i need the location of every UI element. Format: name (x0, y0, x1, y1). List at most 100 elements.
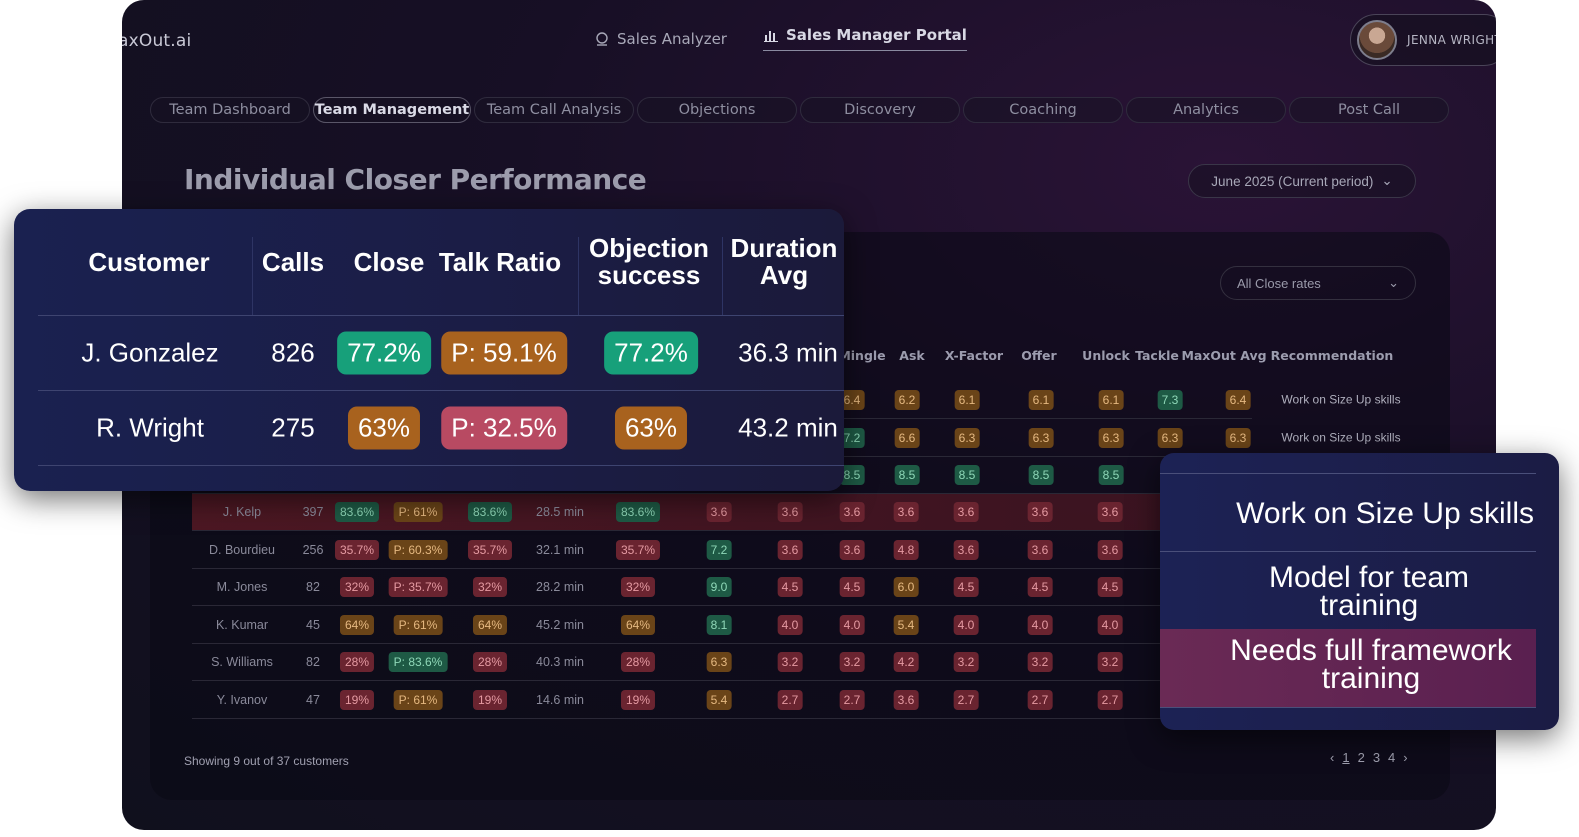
score-badge: 6.2 (894, 390, 920, 410)
tab-post-call[interactable]: Post Call (1289, 97, 1449, 123)
score-badge: 4.8 (893, 539, 919, 560)
calls-count: 45 (306, 617, 320, 632)
score-badge: 4.0 (1097, 614, 1123, 635)
score-badge: 6.3 (1157, 428, 1183, 448)
table-row[interactable]: D. Bourdieu 256 35.7% P: 60.3% 35.7% 32.1 min… (192, 532, 1252, 569)
divider (252, 237, 253, 315)
score-badge: 3.2 (777, 652, 803, 672)
score-badge: 6.4 (1225, 390, 1251, 410)
tab-bar: Team Dashboard Team Management Team Call… (150, 97, 1449, 123)
table-row[interactable]: K. Kumar 45 64% P: 61% 64% 45.2 min 64% 8.1 4.0 4… (192, 607, 1252, 644)
talk-ratio-badge: P: 83.6% (388, 652, 448, 672)
table-row[interactable]: Y. Ivanov 47 19% P: 61% 19% 14.6 min 19% 5.4 2.7… (192, 682, 1252, 719)
tab-discovery[interactable]: Discovery (800, 97, 960, 123)
talk-ratio-badge: P: 61% (393, 502, 443, 522)
recommendation-model-training: Model for team training (1160, 563, 1536, 621)
score-badge: 3.6 (953, 539, 979, 560)
chevron-right-icon[interactable]: › (1403, 750, 1407, 765)
score-badge: 3.6 (706, 502, 732, 522)
tab-team-call-analysis[interactable]: Team Call Analysis (474, 97, 634, 123)
close-rate-badge: 83.6% (334, 502, 380, 522)
page-4[interactable]: 4 (1388, 750, 1395, 765)
calls-count: 82 (306, 580, 320, 594)
score-badge: 4.2 (893, 652, 919, 672)
page-2[interactable]: 2 (1358, 750, 1365, 765)
score-badge: 64% (620, 614, 656, 635)
tab-analytics[interactable]: Analytics (1126, 97, 1286, 123)
col-head-offer: Offer (1021, 348, 1057, 363)
chevron-down-icon: ⌄ (1388, 275, 1399, 290)
card-calls-count: 826 (271, 337, 315, 368)
close-rate-badge: 19% (339, 689, 375, 710)
score-badge: 3.6 (777, 502, 803, 522)
period-select[interactable]: June 2025 (Current period) ⌄ (1188, 164, 1416, 198)
tab-team-management[interactable]: Team Management (313, 97, 471, 123)
score-badge: 6.3 (1225, 428, 1251, 448)
col-head-x-factor: X-Factor (944, 348, 1004, 363)
table-row[interactable]: S. Williams 82 28% P: 83.6% 28% 40.3 min 28% 6.… (192, 644, 1252, 681)
customer-name: J. Kelp (222, 505, 262, 519)
card-close-badge: 63% (347, 406, 421, 450)
objection-badge: 32% (472, 577, 508, 597)
score-badge: 4.0 (1027, 614, 1053, 635)
col-head-tackle: Tackle (1135, 348, 1179, 363)
card-close-badge: 77.2% (337, 331, 431, 375)
page-3[interactable]: 3 (1373, 750, 1380, 765)
customer-name: M. Jones (216, 580, 268, 594)
objection-badge: 28% (472, 652, 508, 672)
user-menu[interactable]: JENNA WRIGHT (1350, 14, 1496, 66)
nav-sales-analyzer-label: Sales Analyzer (617, 30, 727, 48)
table-row[interactable]: J. Kelp 397 83.6% P: 61% 83.6% 28.5 min 83.6% 3… (192, 494, 1252, 531)
nav-sales-analyzer[interactable]: Sales Analyzer (594, 30, 727, 48)
score-badge: 3.2 (1097, 652, 1123, 672)
nav-sales-manager-portal-label: Sales Manager Portal (786, 26, 967, 44)
card-calls-count: 275 (271, 412, 315, 443)
tab-team-dashboard[interactable]: Team Dashboard (150, 97, 310, 123)
score-badge: 2.7 (839, 689, 865, 710)
score-badge: 3.6 (839, 502, 865, 522)
score-badge: 6.3 (706, 652, 732, 672)
score-badge: 3.6 (777, 539, 803, 560)
close-rate-badge: 28% (339, 652, 375, 672)
close-rate-select[interactable]: All Close rates ⌄ (1220, 266, 1416, 300)
tab-objections[interactable]: Objections (637, 97, 797, 123)
score-badge: 3.6 (839, 539, 865, 560)
card-objection-badge: 63% (614, 406, 688, 450)
tab-coaching[interactable]: Coaching (963, 97, 1123, 123)
score-badge: 4.0 (777, 614, 803, 635)
score-badge: 6.1 (1028, 390, 1054, 410)
calls-count: 256 (302, 542, 324, 557)
card-objection-badge: 77.2% (604, 331, 698, 375)
duration-value: 28.5 min (536, 505, 584, 519)
pagination: ‹ 1 2 3 4 › (1330, 750, 1408, 765)
card-duration-value: 43.2 min (738, 412, 838, 443)
score-badge: 3.6 (893, 689, 919, 710)
score-badge: 4.5 (1097, 577, 1123, 597)
score-badge: 3.2 (1027, 652, 1053, 672)
score-badge: 32% (620, 577, 656, 597)
score-badge: 6.3 (1098, 428, 1124, 448)
recommendation-size-up: Work on Size Up skills (1236, 497, 1534, 530)
customer-name: K. Kumar (215, 617, 269, 632)
score-badge: 3.6 (1027, 539, 1053, 560)
calls-count: 47 (306, 692, 320, 707)
score-badge: 6.3 (1028, 428, 1054, 448)
divider (1160, 551, 1536, 552)
chevron-left-icon[interactable]: ‹ (1330, 750, 1334, 765)
score-badge: 7.2 (706, 539, 732, 560)
card-duration-value: 36.3 min (738, 337, 838, 368)
score-badge: 4.5 (953, 577, 979, 597)
divider (38, 315, 844, 316)
score-badge: 3.2 (839, 652, 865, 672)
talk-ratio-badge: P: 61% (393, 689, 443, 710)
card-head-duration-avg: Duration Avg (730, 233, 838, 290)
talk-ratio-badge: P: 61% (393, 614, 443, 635)
col-head-recommendation: Recommendation (1270, 348, 1394, 363)
page-1[interactable]: 1 (1342, 750, 1349, 765)
table-row[interactable]: M. Jones 82 32% P: 35.7% 32% 28.2 min 32% 9.0 4.… (192, 569, 1252, 606)
card-customer-name: J. Gonzalez (81, 337, 219, 368)
card-head-talk-ratio: Talk Ratio (438, 246, 562, 277)
nav-sales-manager-portal[interactable]: Sales Manager Portal (763, 26, 967, 51)
score-badge: 9.0 (706, 577, 732, 597)
score-badge: 3.6 (1097, 539, 1123, 560)
